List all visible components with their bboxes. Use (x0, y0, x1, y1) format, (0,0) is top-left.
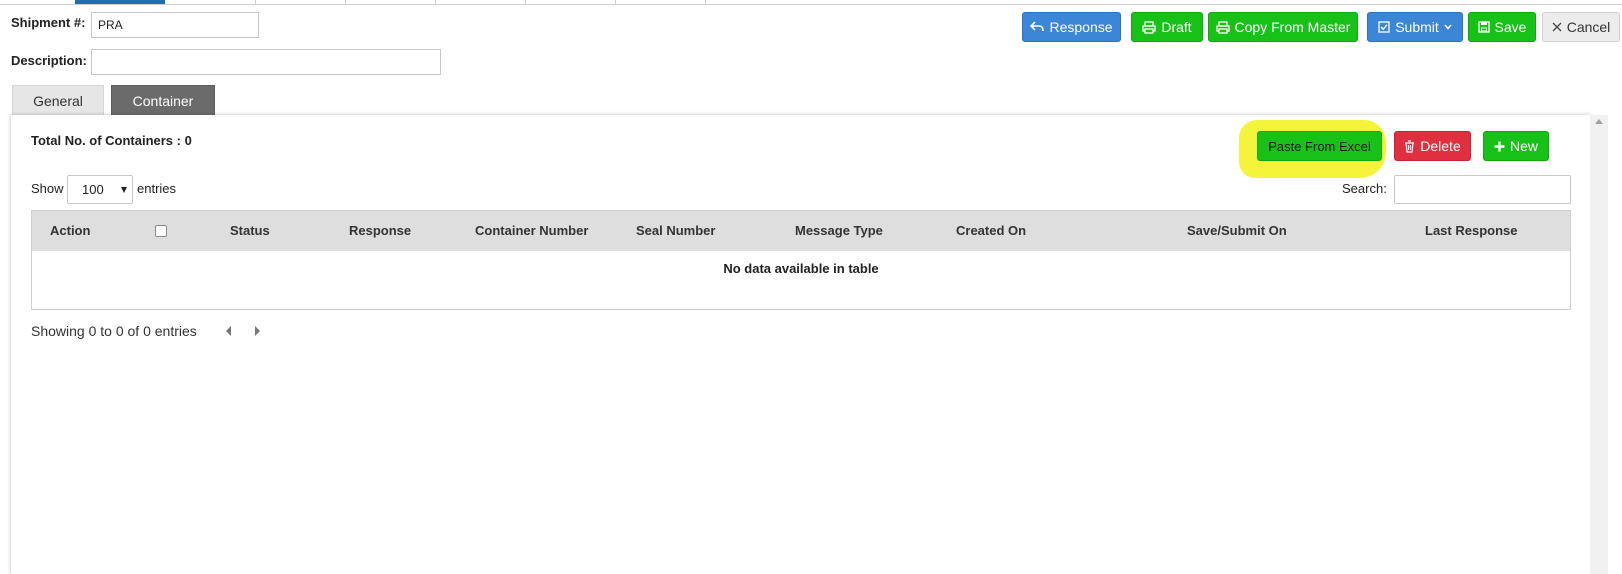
description-label: Description: (11, 53, 87, 68)
trash-icon (1405, 139, 1415, 153)
delete-label: Delete (1420, 138, 1461, 154)
select-all-checkbox[interactable] (155, 225, 167, 237)
column-header-message-type[interactable]: Message Type (795, 223, 883, 238)
column-header-response[interactable]: Response (349, 223, 411, 238)
column-header-seal-number[interactable]: Seal Number (636, 223, 715, 238)
cancel-label: Cancel (1566, 19, 1611, 35)
submit-button[interactable]: Submit (1367, 12, 1463, 42)
draft-button[interactable]: Draft (1131, 12, 1203, 42)
response-button[interactable]: Response (1022, 12, 1121, 42)
tab-container[interactable]: Container (111, 85, 215, 115)
search-label: Search: (1342, 181, 1387, 196)
caret-down-icon (121, 187, 127, 193)
scroll-up-icon[interactable] (1595, 119, 1603, 124)
close-icon (1552, 22, 1562, 32)
top-tab[interactable] (615, 0, 706, 4)
top-tab[interactable] (435, 0, 526, 4)
scrollbar[interactable] (1590, 115, 1608, 574)
containers-table: Action Status Response Container Number … (31, 210, 1571, 310)
printer-icon (1215, 20, 1230, 34)
column-header-save-submit-on[interactable]: Save/Submit On (1187, 223, 1287, 238)
empty-table-message: No data available in table (723, 261, 879, 276)
paste-from-excel-button[interactable]: Paste From Excel (1257, 131, 1382, 161)
table-header: Action Status Response Container Number … (32, 211, 1570, 251)
checkbox-icon (1378, 21, 1390, 33)
column-header-action[interactable]: Action (50, 223, 90, 238)
chevron-down-icon (1444, 24, 1452, 30)
top-tab[interactable] (525, 0, 616, 4)
show-label: Show (31, 181, 64, 196)
new-label: New (1509, 138, 1538, 154)
next-page-icon[interactable] (255, 326, 260, 336)
cancel-button[interactable]: Cancel (1542, 12, 1620, 42)
tab-container-label: Container (132, 92, 194, 109)
reply-icon (1030, 21, 1045, 32)
search-input[interactable] (1394, 175, 1571, 204)
shipment-input[interactable] (91, 12, 259, 38)
column-header-last-response[interactable]: Last Response (1425, 223, 1517, 238)
floppy-disk-icon (1477, 21, 1490, 33)
tab-general-label: General (33, 92, 83, 109)
description-input[interactable] (91, 49, 441, 75)
submit-label: Submit (1395, 19, 1439, 35)
entries-label: entries (137, 181, 177, 196)
column-header-status[interactable]: Status (230, 223, 270, 238)
column-header-created-on[interactable]: Created On (956, 223, 1026, 238)
response-label: Response (1049, 19, 1113, 35)
column-header-container-number[interactable]: Container Number (475, 223, 588, 238)
new-button[interactable]: New (1483, 131, 1549, 161)
copy-from-master-label: Copy From Master (1234, 19, 1351, 35)
top-tab[interactable] (255, 0, 346, 4)
printer-icon (1142, 20, 1156, 34)
plus-icon (1494, 141, 1505, 151)
page-size-value: 100 (82, 182, 104, 197)
draft-label: Draft (1161, 19, 1192, 35)
tab-general[interactable]: General (12, 85, 104, 115)
table-info: Showing 0 to 0 of 0 entries (31, 323, 197, 339)
top-tab[interactable] (165, 0, 256, 4)
top-tab[interactable] (345, 0, 436, 4)
copy-from-master-button[interactable]: Copy From Master (1208, 12, 1358, 42)
delete-button[interactable]: Delete (1394, 131, 1471, 161)
page-size-select[interactable]: 100 (67, 175, 133, 204)
shipment-label: Shipment #: (11, 15, 86, 30)
previous-page-icon[interactable] (226, 326, 231, 336)
paste-from-excel-label: Paste From Excel (1268, 138, 1371, 154)
top-tab-strip (0, 0, 1622, 5)
save-button[interactable]: Save (1468, 12, 1536, 42)
save-label: Save (1494, 19, 1527, 35)
top-tab-active[interactable] (75, 0, 165, 4)
total-containers-label: Total No. of Containers : 0 (31, 133, 192, 148)
